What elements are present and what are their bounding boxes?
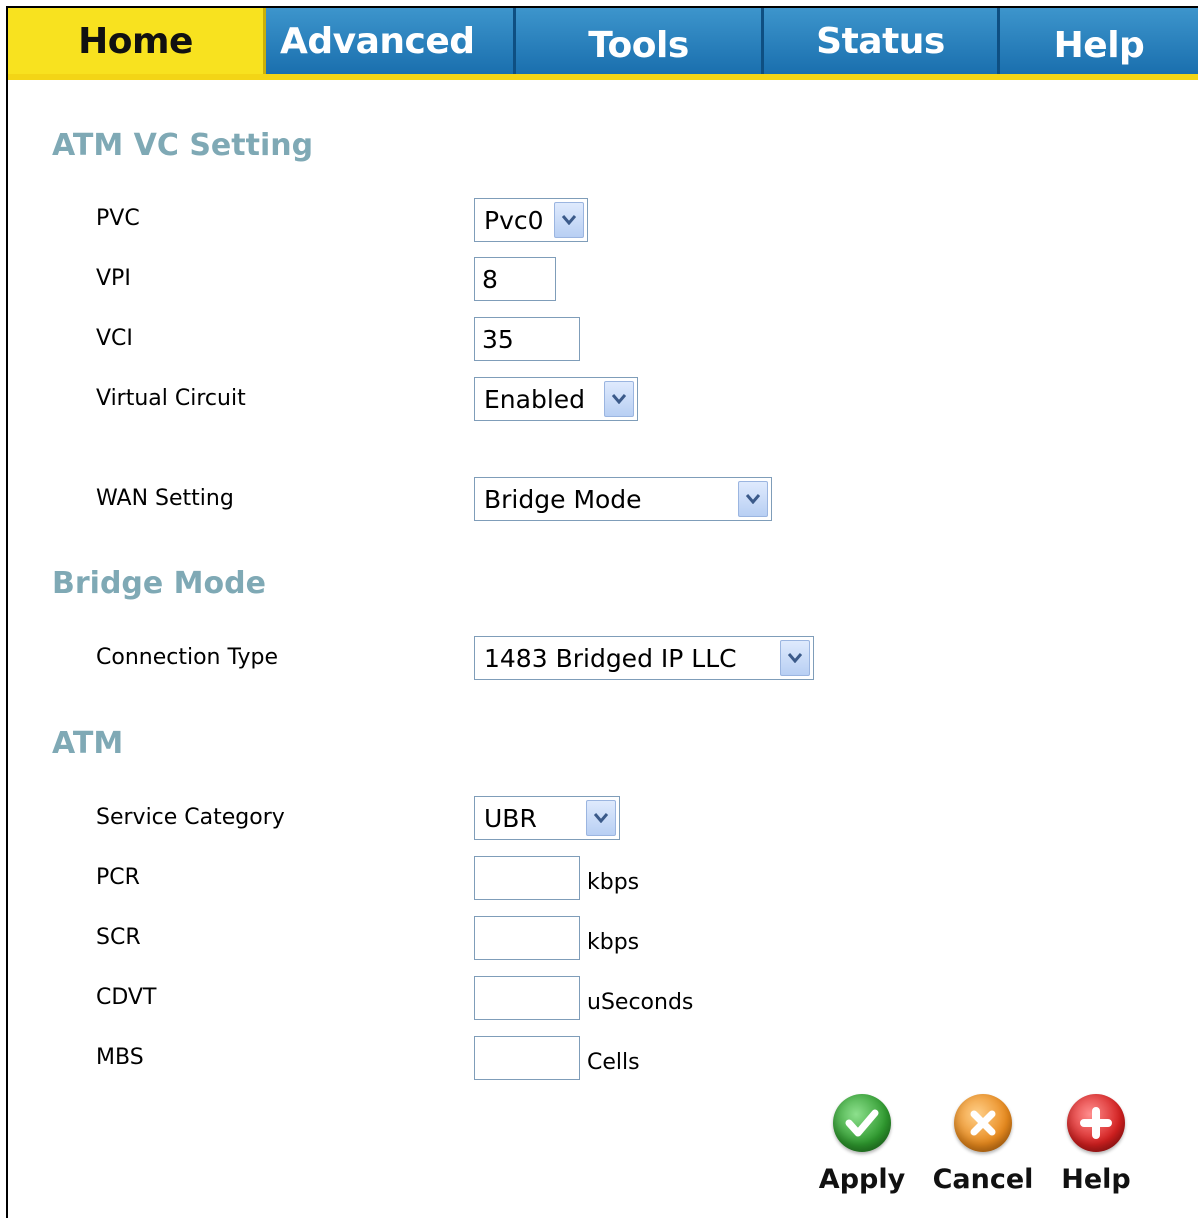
wan-setting-select-value: Bridge Mode — [484, 484, 642, 514]
chevron-down-icon[interactable] — [780, 640, 810, 676]
cdvt-unit: uSeconds — [587, 990, 694, 1015]
vpi-label: VPI — [96, 266, 131, 291]
page-frame — [6, 6, 1198, 1218]
section-bridge-mode: Bridge Mode — [52, 566, 266, 601]
wan-setting-label: WAN Setting — [96, 486, 234, 511]
vci-label: VCI — [96, 326, 133, 351]
scr-unit: kbps — [587, 930, 640, 955]
scr-input[interactable] — [474, 916, 580, 960]
virtual-circuit-select-value: Enabled — [484, 384, 586, 414]
tab-home[interactable]: Home — [8, 8, 266, 74]
help-button-label: Help — [1061, 1164, 1131, 1195]
service-category-select[interactable]: UBR — [474, 796, 620, 840]
pvc-select[interactable]: Pvc0 — [474, 198, 588, 242]
pcr-input[interactable] — [474, 856, 580, 900]
tab-help[interactable]: Help — [1000, 8, 1198, 74]
mbs-input[interactable] — [474, 1036, 580, 1080]
apply-button[interactable]: Apply — [810, 1094, 914, 1206]
cancel-button[interactable]: Cancel — [931, 1094, 1035, 1206]
connection-type-label: Connection Type — [96, 645, 279, 670]
virtual-circuit-select[interactable]: Enabled — [474, 377, 638, 421]
tab-advanced[interactable]: Advanced — [266, 8, 516, 74]
tab-tools[interactable]: Tools — [516, 8, 764, 74]
chevron-down-icon[interactable] — [604, 381, 634, 417]
connection-type-select-value: 1483 Bridged IP LLC — [484, 643, 737, 673]
connection-type-select[interactable]: 1483 Bridged IP LLC — [474, 636, 814, 680]
tab-status[interactable]: Status — [764, 8, 1000, 74]
chevron-down-icon[interactable] — [586, 800, 616, 836]
wan-setting-select[interactable]: Bridge Mode — [474, 477, 772, 521]
chevron-down-icon[interactable] — [738, 481, 768, 517]
mbs-label: MBS — [96, 1045, 144, 1070]
cancel-button-label: Cancel — [932, 1164, 1034, 1195]
vci-input[interactable]: 35 — [474, 317, 580, 361]
cdvt-label: CDVT — [96, 985, 157, 1010]
pcr-label: PCR — [96, 865, 140, 890]
section-atm: ATM — [52, 726, 124, 761]
service-category-label: Service Category — [96, 805, 285, 830]
plus-icon — [1067, 1094, 1125, 1152]
section-atm-vc-setting: ATM VC Setting — [52, 128, 314, 163]
service-category-select-value: UBR — [484, 803, 537, 833]
pcr-unit: kbps — [587, 870, 640, 895]
pvc-label: PVC — [96, 206, 140, 231]
help-button[interactable]: Help — [1044, 1094, 1148, 1206]
pvc-select-value: Pvc0 — [484, 205, 544, 235]
virtual-circuit-label: Virtual Circuit — [96, 386, 246, 411]
x-icon — [954, 1094, 1012, 1152]
cdvt-input[interactable] — [474, 976, 580, 1020]
chevron-down-icon[interactable] — [554, 202, 584, 238]
tab-bar: Home Advanced Tools Status Help — [8, 8, 1198, 80]
apply-button-label: Apply — [818, 1164, 906, 1195]
mbs-unit: Cells — [587, 1050, 640, 1075]
vpi-input[interactable]: 8 — [474, 257, 556, 301]
scr-label: SCR — [96, 925, 141, 950]
check-icon — [833, 1094, 891, 1152]
